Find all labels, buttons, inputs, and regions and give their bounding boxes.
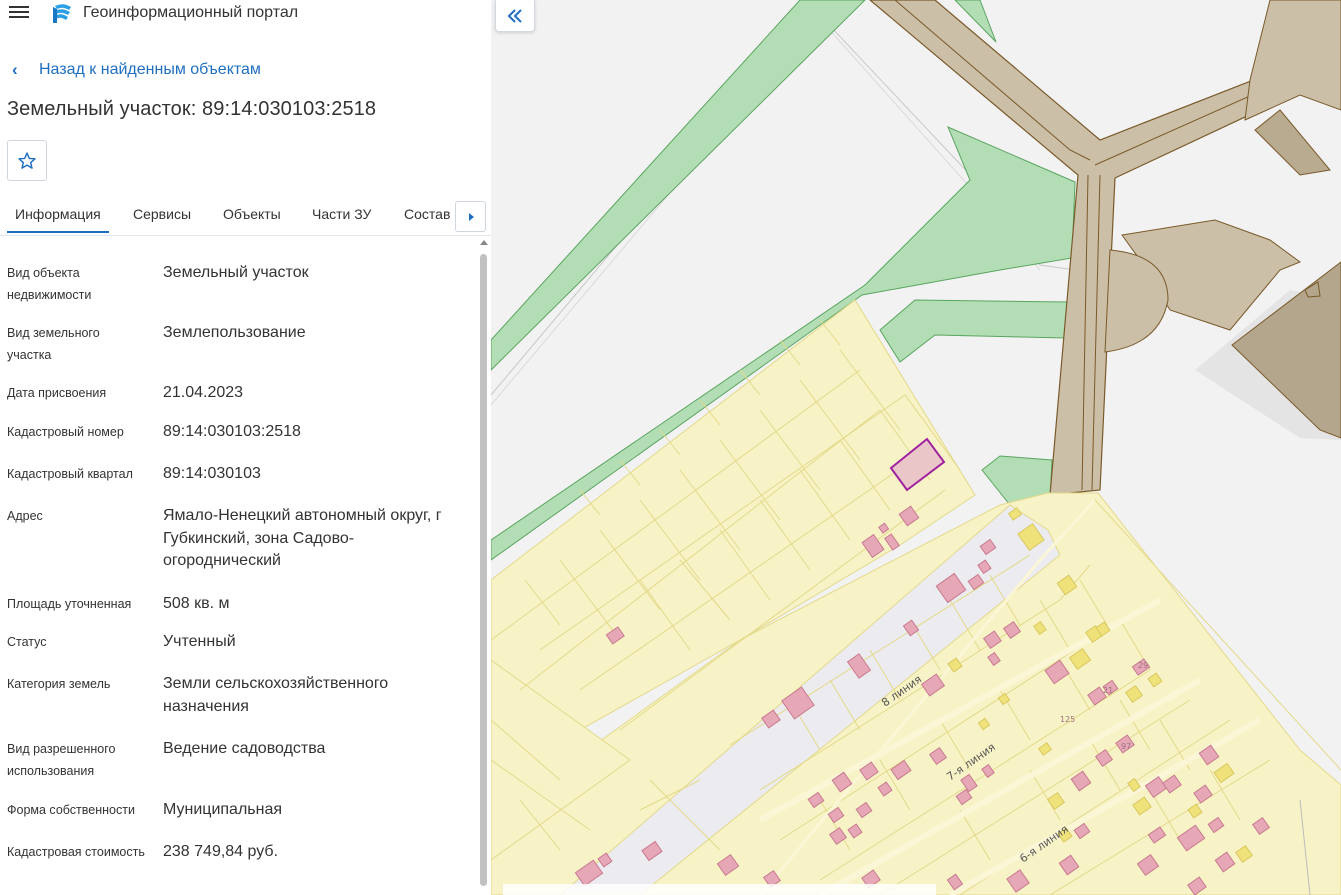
hamburger-menu-icon[interactable] (9, 4, 29, 22)
property-key: Кадастровый номер (7, 425, 124, 439)
property-key: Кадастровая стоимость (7, 845, 145, 859)
property-key: Вид разрешенного использования (7, 742, 116, 778)
property-key: Форма собственности (7, 803, 135, 817)
property-key: Категория земель (7, 677, 111, 691)
tab-composition[interactable]: Состав (404, 206, 450, 222)
portal-logo-icon (53, 4, 71, 23)
chevron-left-icon: ‹ (12, 60, 18, 79)
property-value: Ведение садоводства (163, 740, 326, 757)
property-value: Земли сельскохозяйственного назначения (163, 675, 389, 715)
top-bar: Геоинформационный портал (0, 0, 491, 28)
page-title: Земельный участок: 89:14:030103:2518 (7, 98, 377, 120)
property-key: Статус (7, 635, 47, 649)
caret-right-icon (468, 212, 474, 221)
scrollbar-thumb[interactable] (480, 254, 487, 886)
double-chevron-left-icon (507, 8, 522, 23)
property-value: 238 749,84 руб. (163, 843, 279, 860)
parcel-number: 21 (1103, 686, 1113, 695)
back-link-label: Назад к найденным объектам (39, 61, 261, 78)
parcel-number: 125 (1060, 715, 1075, 724)
property-value: Муниципальная (163, 801, 283, 818)
parcel-number: 29 (1138, 661, 1148, 670)
property-value: Ямало-Ненецкий автономный округ, г Губки… (163, 507, 442, 569)
collapse-panel-button[interactable] (495, 0, 535, 32)
property-key: Вид земельного участка (7, 326, 100, 362)
property-key: Дата присвоения (7, 386, 107, 400)
property-value: 89:14:030103 (163, 465, 261, 482)
property-value: Учтенный (163, 633, 236, 650)
property-value: Земельный участок (163, 264, 309, 281)
property-key: Площадь уточненная (7, 597, 132, 611)
map-view[interactable]: 8 линия 7-я линия 6-я линия 29 21 125 97 (491, 0, 1341, 895)
back-to-results-link[interactable]: ‹ Назад к найденным объектам (12, 59, 261, 81)
property-key: Вид объекта недвижимости (7, 266, 92, 302)
tab-parts[interactable]: Части ЗУ (312, 206, 371, 222)
tab-bar: Информация Сервисы Объекты Части ЗУ Сост… (0, 200, 491, 236)
tabs-next-button[interactable] (455, 201, 486, 232)
tab-services[interactable]: Сервисы (133, 206, 191, 222)
star-outline-icon (18, 151, 36, 169)
app-title: Геоинформационный портал (83, 4, 299, 21)
property-value: 21.04.2023 (163, 384, 244, 401)
info-panel: Геоинформационный портал ‹ Назад к найде… (0, 0, 491, 895)
favorite-button[interactable] (7, 140, 47, 181)
tab-objects[interactable]: Объекты (223, 206, 281, 222)
property-value: 89:14:030103:2518 (163, 423, 301, 440)
property-value: 508 кв. м (163, 595, 230, 612)
tab-information[interactable]: Информация (7, 206, 109, 233)
property-key: Адрес (7, 509, 43, 523)
panel-scrollbar[interactable] (479, 238, 489, 895)
property-value: Землепользование (163, 324, 306, 341)
parcel-number: 97 (1121, 742, 1131, 751)
map-canvas[interactable]: 8 линия 7-я линия 6-я линия 29 21 125 97 (491, 0, 1341, 895)
property-key: Кадастровый квартал (7, 467, 133, 481)
scroll-up-arrow-icon[interactable] (480, 240, 488, 245)
map-bottom-bar (503, 884, 936, 895)
